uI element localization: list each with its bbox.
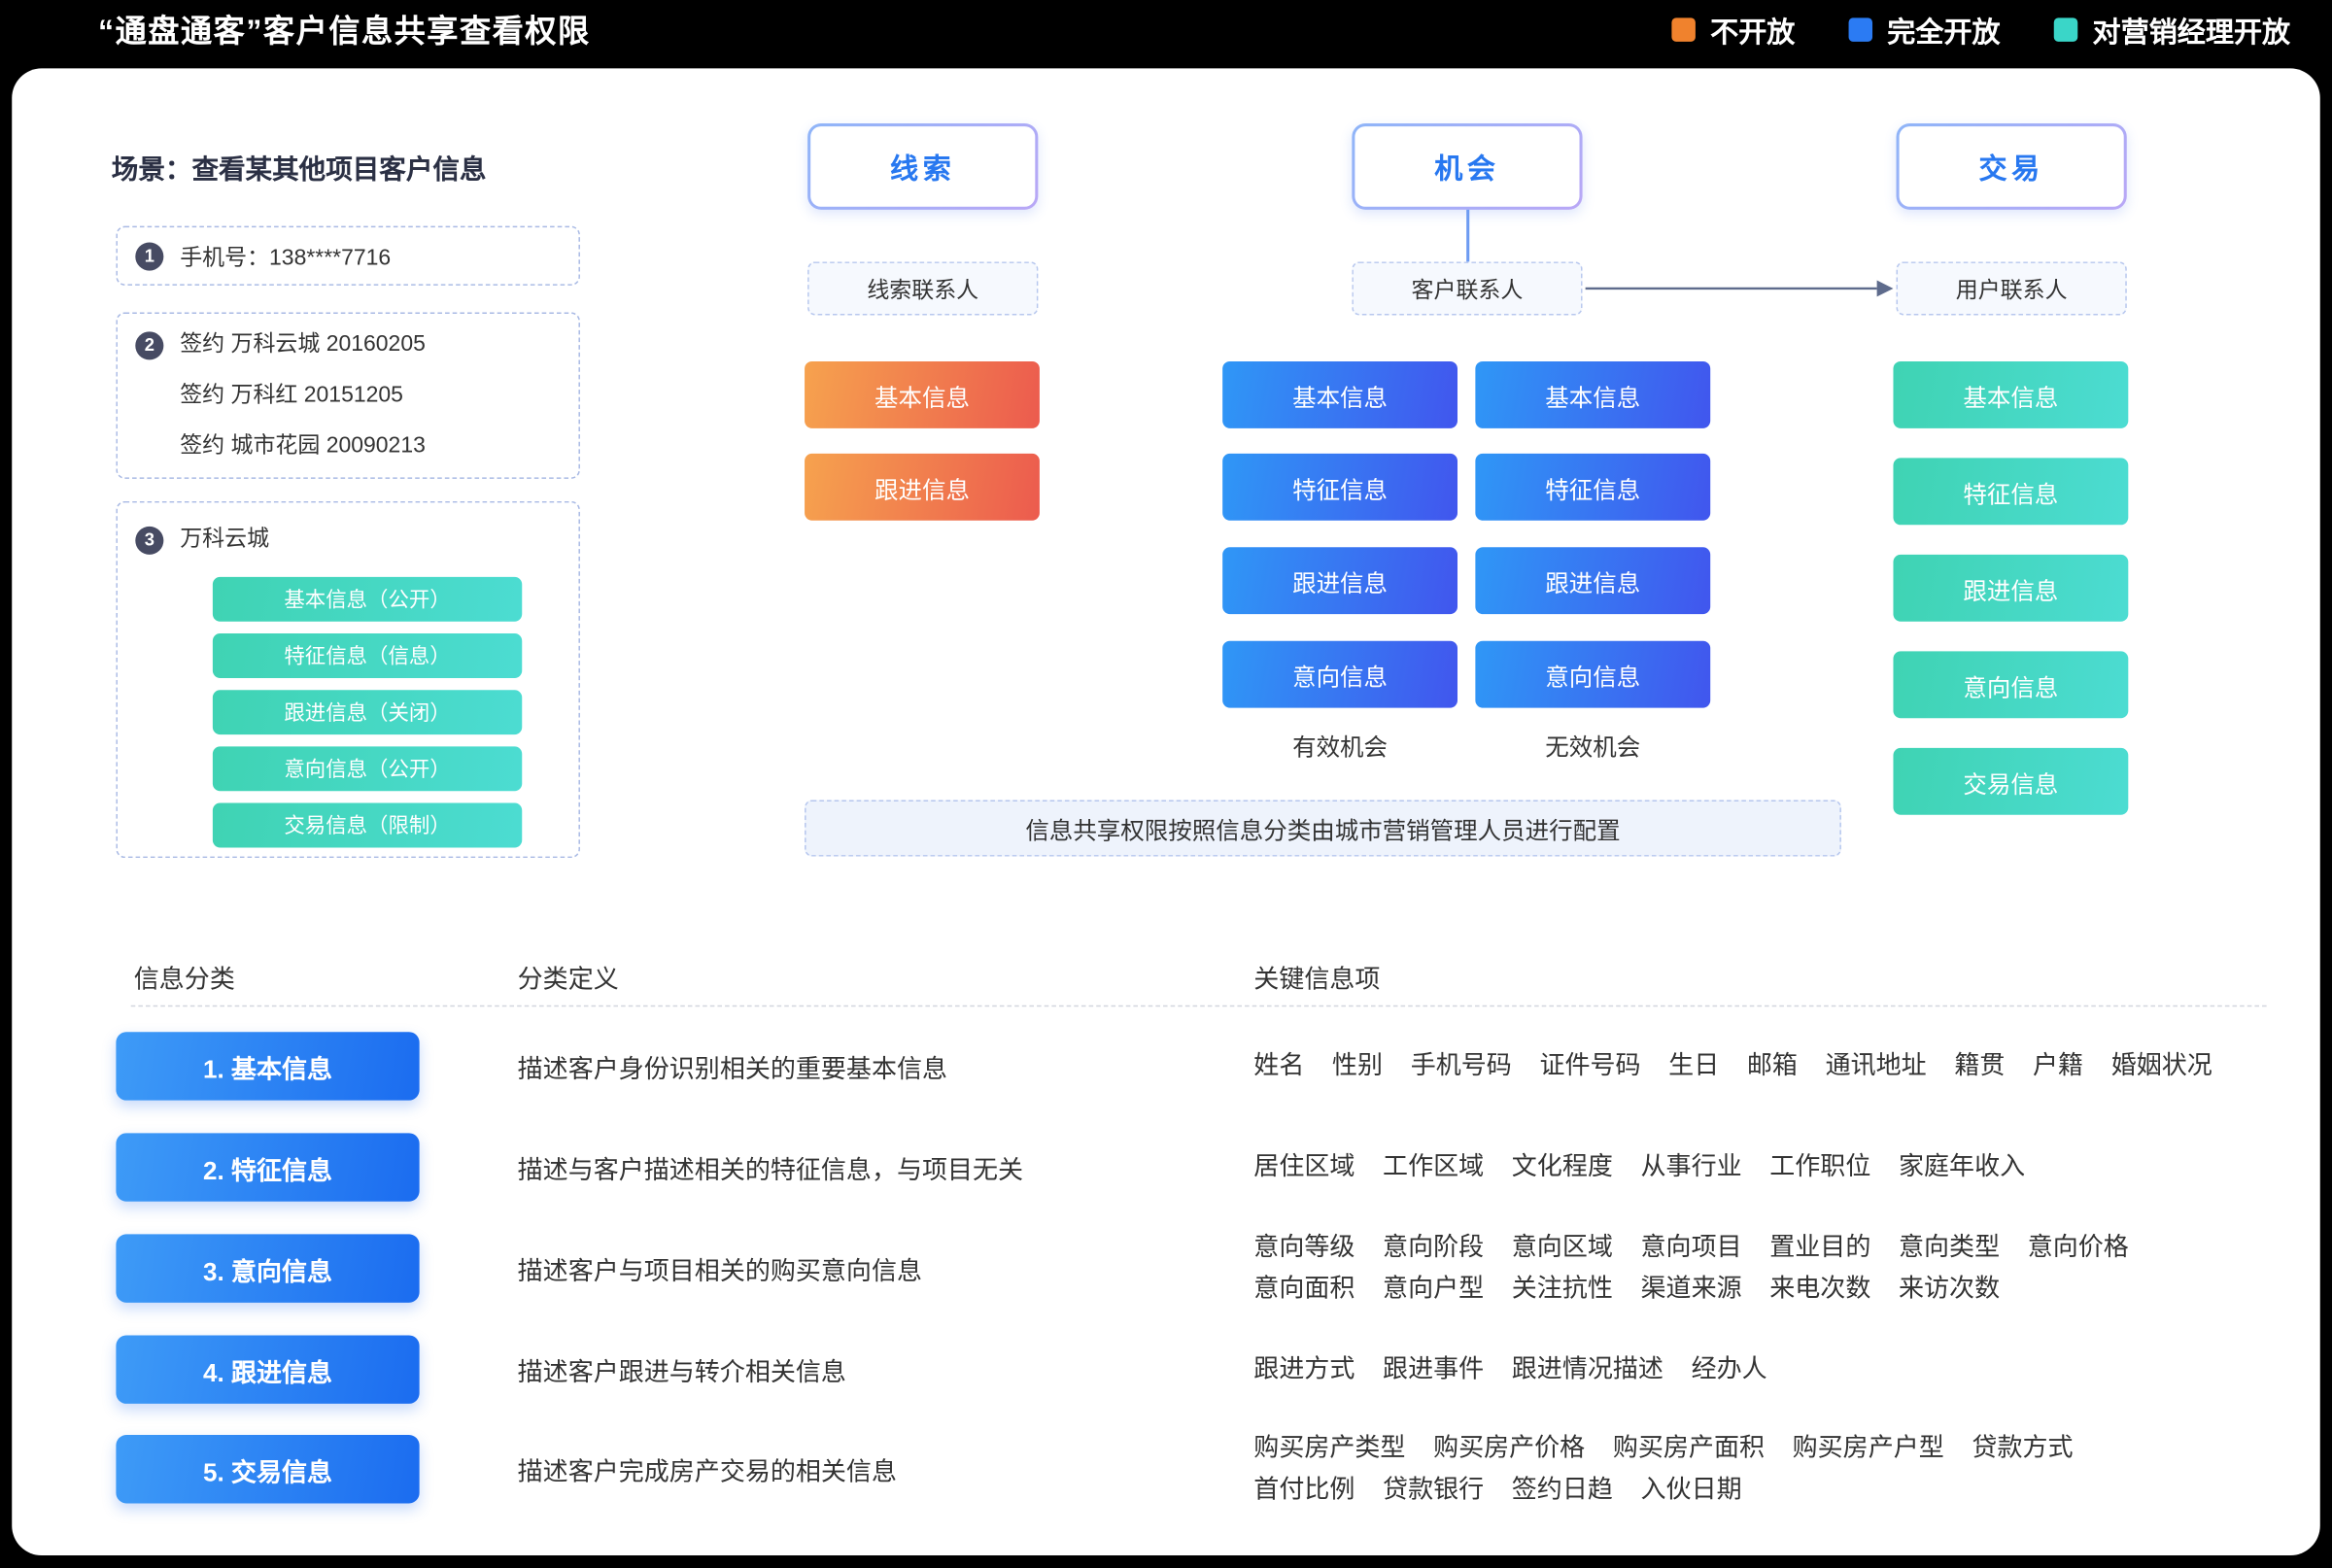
definition-cell: 描述客户完成房产交易的相关信息	[518, 1450, 1232, 1487]
flow-header-lead: 线索	[807, 123, 1038, 210]
table-row: 4. 跟进信息 描述客户跟进与转介相关信息 跟进方式 跟进事件 跟进情况描述 经…	[116, 1335, 2287, 1403]
category-button: 1. 基本信息	[116, 1032, 419, 1100]
keys-line: 首付比例 贷款银行 签约日趋 入伙日期	[1253, 1469, 2287, 1511]
scenario-step-text: 签约 万科红 20151205	[135, 370, 578, 421]
info-pill: 意向信息	[1222, 641, 1458, 708]
info-pill: 特征信息	[1893, 458, 2128, 525]
keys-line: 意向等级 意向阶段 意向区域 意向项目 置业目的 意向类型 意向价格	[1253, 1227, 2287, 1269]
keys-line: 居住区域 工作区域 文化程度 从事行业 工作职位 家庭年收入	[1253, 1146, 2287, 1188]
table-header-definition: 分类定义	[518, 958, 619, 995]
table-row: 1. 基本信息 描述客户身份识别相关的重要基本信息 姓名 性别 手机号码 证件号…	[116, 1032, 2287, 1100]
permission-pill: 交易信息（限制）	[213, 803, 522, 848]
permission-pill: 意向信息（公开）	[213, 746, 522, 791]
table-row: 3. 意向信息 描述客户与项目相关的购买意向信息 意向等级 意向阶段 意向区域 …	[116, 1234, 2287, 1302]
info-pill: 跟进信息	[1475, 547, 1710, 614]
scenario-title: 场景：查看某其他项目客户信息	[112, 149, 487, 187]
permission-pill: 跟进信息（关闭）	[213, 690, 522, 734]
permission-pill: 特征信息（信息）	[213, 633, 522, 678]
table-row: 5. 交易信息 描述客户完成房产交易的相关信息 购买房产类型 购买房产价格 购买…	[116, 1435, 2287, 1503]
legend-label: 完全开放	[1887, 10, 2000, 50]
definition-cell: 描述客户身份识别相关的重要基本信息	[518, 1047, 1232, 1084]
definition-cell: 描述客户与项目相关的购买意向信息	[518, 1249, 1232, 1286]
category-button: 4. 跟进信息	[116, 1335, 419, 1403]
table-header-keys: 关键信息项	[1253, 958, 1380, 995]
category-button: 3. 意向信息	[116, 1234, 419, 1302]
definition-cell: 描述客户跟进与转介相关信息	[518, 1351, 1232, 1388]
lead-contact-box: 线索联系人	[807, 261, 1038, 315]
valid-opportunity-label: 有效机会	[1222, 727, 1458, 763]
legend-item-closed: 不开放	[1671, 10, 1795, 50]
keys-line: 意向面积 意向户型 关注抗性 渠道来源 来电次数 来访次数	[1253, 1269, 2287, 1311]
invalid-opportunity-label: 无效机会	[1475, 727, 1710, 763]
info-pill: 跟进信息	[1893, 555, 2128, 622]
top-bar: “通盘通客”客户信息共享查看权限 不开放 完全开放 对营销经理开放	[0, 0, 2332, 59]
legend-item-full-open: 完全开放	[1849, 10, 2001, 50]
info-pill: 跟进信息	[1222, 547, 1458, 614]
keys-cell: 姓名 性别 手机号码 证件号码 生日 邮箱 通讯地址 籍贯 户籍 婚姻状况	[1253, 1045, 2287, 1087]
info-pill: 基本信息	[1222, 361, 1458, 428]
scenario-step-1: 1 手机号：138****7716	[116, 226, 580, 286]
table-header-category: 信息分类	[134, 958, 235, 995]
info-pill: 跟进信息	[805, 454, 1040, 521]
scenario-step-text: 签约 城市花园 20090213	[135, 421, 578, 471]
info-pill: 交易信息	[1893, 748, 2128, 815]
step-number: 3	[135, 526, 163, 554]
info-pill: 特征信息	[1475, 454, 1710, 521]
scenario-step-3: 3 万科云城 基本信息（公开） 特征信息（信息） 跟进信息（关闭） 意向信息（公…	[116, 501, 580, 858]
flow-header-deal: 交易	[1897, 123, 2127, 210]
deal-contact-box: 用户联系人	[1897, 261, 2127, 315]
keys-line: 姓名 性别 手机号码 证件号码 生日 邮箱 通讯地址 籍贯 户籍 婚姻状况	[1253, 1045, 2287, 1087]
keys-cell: 购买房产类型 购买房产价格 购买房产面积 购买房产户型 贷款方式 首付比例 贷款…	[1253, 1427, 2287, 1511]
legend: 不开放 完全开放 对营销经理开放	[1671, 10, 2290, 50]
scenario-step-2: 2 签约 万科云城 20160205 签约 万科红 20151205 签约 城市…	[116, 312, 580, 478]
category-button: 5. 交易信息	[116, 1435, 419, 1503]
keys-line: 购买房产类型 购买房产价格 购买房产面积 购买房产户型 贷款方式	[1253, 1427, 2287, 1469]
info-pill: 基本信息	[1893, 361, 2128, 428]
table-row: 2. 特征信息 描述与客户描述相关的特征信息，与项目无关 居住区域 工作区域 文…	[116, 1133, 2287, 1201]
keys-line: 跟进方式 跟进事件 跟进情况描述 经办人	[1253, 1348, 2287, 1390]
legend-item-marketing-open: 对营销经理开放	[2054, 10, 2290, 50]
legend-swatch-marketing-open-icon	[2054, 17, 2077, 41]
legend-swatch-closed-icon	[1671, 17, 1695, 41]
keys-cell: 跟进方式 跟进事件 跟进情况描述 经办人	[1253, 1348, 2287, 1390]
definition-cell: 描述与客户描述相关的特征信息，与项目无关	[518, 1148, 1232, 1185]
keys-cell: 居住区域 工作区域 文化程度 从事行业 工作职位 家庭年收入	[1253, 1146, 2287, 1188]
step-number: 1	[135, 242, 163, 270]
info-pill: 基本信息	[805, 361, 1040, 428]
flow-header-label: 交易	[1900, 126, 2124, 207]
info-pill: 意向信息	[1893, 651, 2128, 718]
legend-swatch-full-open-icon	[1849, 17, 1872, 41]
flow-header-label: 线索	[810, 126, 1035, 207]
arrow-right-icon	[1583, 275, 1898, 302]
info-pill: 意向信息	[1475, 641, 1710, 708]
flow-header-opportunity: 机会	[1352, 123, 1582, 210]
opportunity-contact-box: 客户联系人	[1352, 261, 1582, 315]
table-divider	[131, 1006, 2267, 1007]
legend-label: 对营销经理开放	[2093, 10, 2291, 50]
scenario-step-text: 签约 万科云城 20160205	[180, 320, 426, 370]
flow-header-label: 机会	[1355, 126, 1579, 207]
info-pill: 特征信息	[1222, 454, 1458, 521]
connector-line	[1466, 210, 1469, 262]
scenario-step-text: 手机号：138****7716	[180, 240, 391, 271]
info-pill: 基本信息	[1475, 361, 1710, 428]
keys-cell: 意向等级 意向阶段 意向区域 意向项目 置业目的 意向类型 意向价格 意向面积 …	[1253, 1227, 2287, 1311]
page-title: “通盘通客”客户信息共享查看权限	[98, 8, 591, 52]
page: “通盘通客”客户信息共享查看权限 不开放 完全开放 对营销经理开放 场景：查看某…	[0, 0, 2332, 1567]
permission-pill: 基本信息（公开）	[213, 577, 522, 622]
scenario-step-title: 万科云城	[180, 515, 269, 565]
main-card: 场景：查看某其他项目客户信息 1 手机号：138****7716 2 签约 万科…	[12, 68, 2320, 1555]
category-button: 2. 特征信息	[116, 1133, 419, 1201]
legend-label: 不开放	[1710, 10, 1795, 50]
config-note: 信息共享权限按照信息分类由城市营销管理人员进行配置	[805, 800, 1841, 856]
step-number: 2	[135, 331, 163, 359]
